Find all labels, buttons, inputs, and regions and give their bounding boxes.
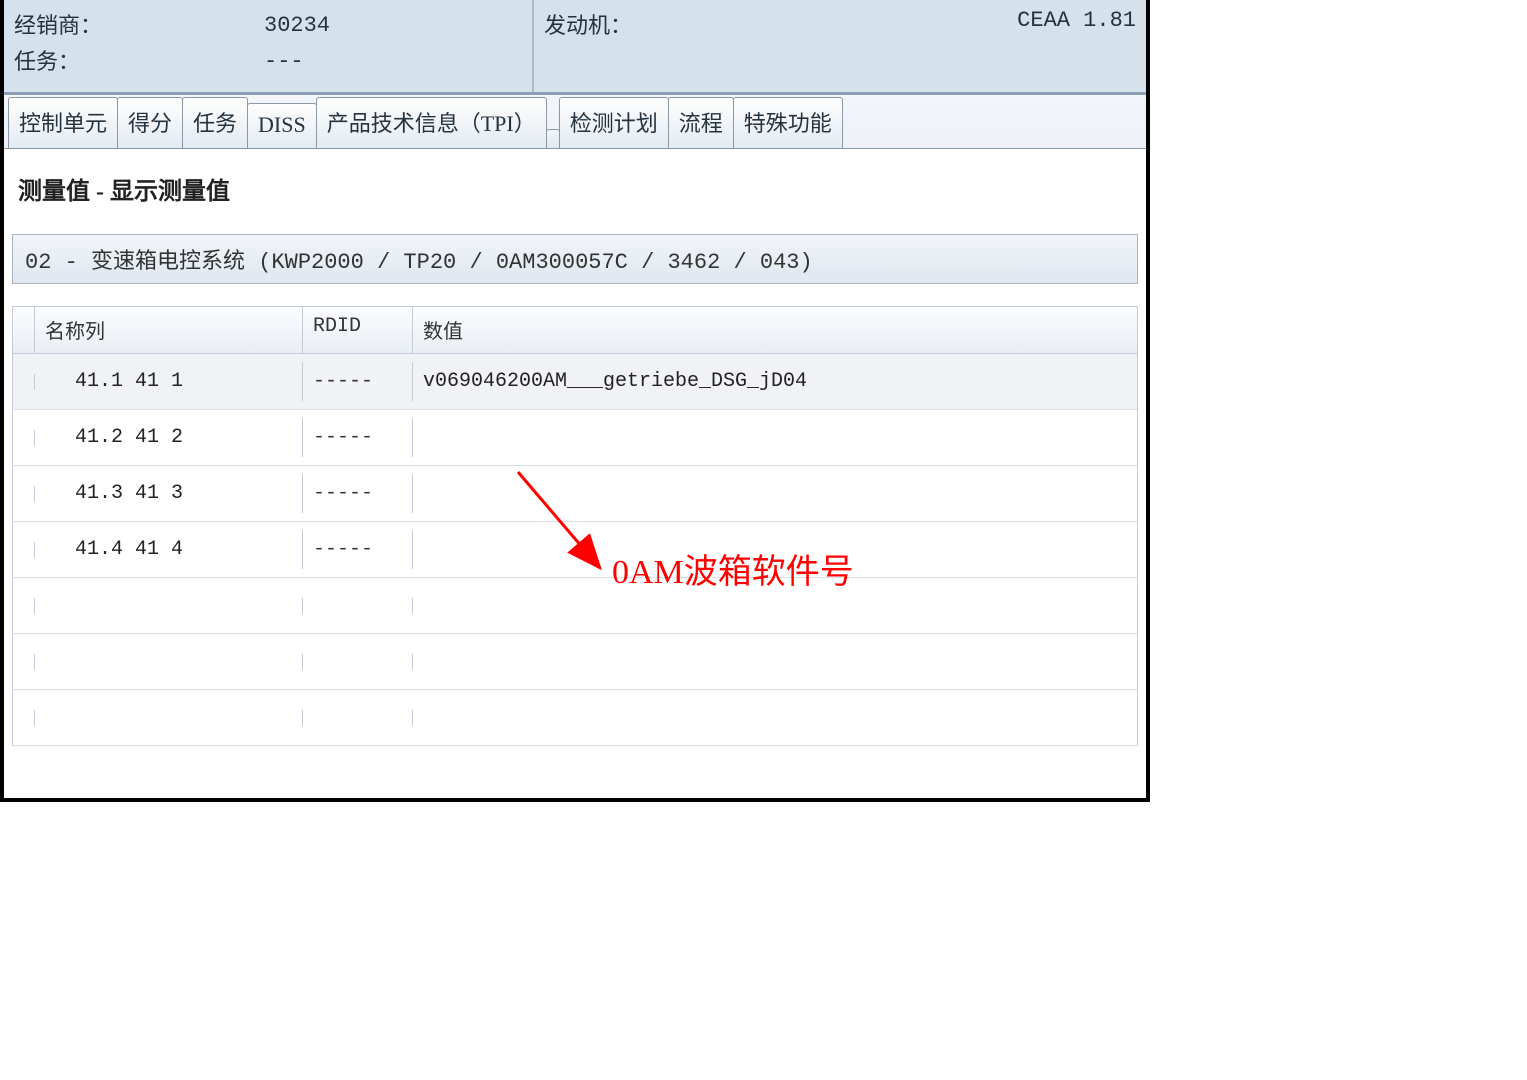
table-row[interactable] (13, 634, 1137, 690)
tab-task[interactable]: 任务 (182, 97, 248, 148)
tab-diss[interactable]: DISS (247, 103, 317, 148)
cell-rdid (303, 654, 413, 670)
tab-process[interactable]: 流程 (668, 97, 734, 148)
info-panel-right: 发动机： CEAA 1.81 (534, 0, 1146, 92)
engine-value: CEAA 1.81 (1017, 8, 1136, 33)
row-handle (13, 710, 35, 726)
table-row[interactable] (13, 578, 1137, 634)
row-handle (13, 430, 35, 446)
column-value[interactable]: 数值 (413, 307, 1137, 353)
cell-rdid: ----- (303, 474, 413, 513)
tab-strip: 控制单元 得分 任务 DISS 产品技术信息（TPI） 检测计划 流程 特殊功能 (4, 95, 1146, 149)
row-handle (13, 374, 35, 390)
cell-name: 41.4 41 4 (35, 530, 303, 569)
row-handle (13, 598, 35, 614)
table-header: 名称列 RDID 数值 (13, 306, 1137, 354)
cell-value (413, 710, 1137, 726)
dealer-value: 30234 (264, 8, 330, 44)
tab-detection-plan[interactable]: 检测计划 (559, 97, 669, 148)
table-row[interactable]: 41.3 41 3 ----- (13, 466, 1137, 522)
cell-rdid: ----- (303, 530, 413, 569)
row-handle (13, 486, 35, 502)
app-window: 经销商： 30234 任务： --- 发动机： CEAA 1.81 控制单元 得… (0, 0, 1150, 802)
tab-special-functions[interactable]: 特殊功能 (733, 97, 843, 148)
cell-rdid (303, 598, 413, 614)
ecu-subheader: 02 - 变速箱电控系统 (KWP2000 / TP20 / 0AM300057… (12, 234, 1138, 284)
row-handle (13, 654, 35, 670)
table-row[interactable]: 41.4 41 4 ----- (13, 522, 1137, 578)
cell-value (413, 598, 1137, 614)
tab-gap (546, 129, 560, 148)
info-panel-left: 经销商： 30234 任务： --- (4, 0, 534, 92)
row-handle (13, 542, 35, 558)
table-row[interactable]: 41.1 41 1 ----- v069046200AM___getriebe_… (13, 354, 1137, 410)
annotation-text: 0AM波箱软件号 (612, 544, 854, 593)
dealer-label: 经销商： (14, 8, 264, 44)
engine-label: 发动机： (544, 8, 632, 44)
column-rdid[interactable]: RDID (303, 307, 413, 353)
tab-tpi[interactable]: 产品技术信息（TPI） (316, 97, 547, 148)
cell-value (413, 486, 1137, 502)
measured-values-table: 名称列 RDID 数值 41.1 41 1 ----- v069046200AM… (12, 306, 1138, 746)
task-label: 任务： (14, 44, 264, 80)
cell-rdid (303, 710, 413, 726)
cell-name (35, 654, 303, 670)
table-row[interactable] (13, 690, 1137, 746)
tab-score[interactable]: 得分 (117, 97, 183, 148)
cell-name (35, 710, 303, 726)
cell-name: 41.2 41 2 (35, 418, 303, 457)
section-title: 测量值 - 显示测量值 (4, 149, 1146, 234)
cell-rdid: ----- (303, 418, 413, 457)
cell-rdid: ----- (303, 362, 413, 401)
cell-name (35, 598, 303, 614)
cell-name: 41.1 41 1 (35, 362, 303, 401)
column-name[interactable]: 名称列 (35, 307, 303, 353)
tab-control-unit[interactable]: 控制单元 (8, 97, 118, 148)
task-value: --- (264, 44, 304, 80)
cell-name: 41.3 41 3 (35, 474, 303, 513)
vehicle-info-header: 经销商： 30234 任务： --- 发动机： CEAA 1.81 (4, 0, 1146, 95)
cell-value (413, 654, 1137, 670)
table-row[interactable]: 41.2 41 2 ----- (13, 410, 1137, 466)
cell-value (413, 430, 1137, 446)
column-handle (13, 307, 35, 353)
cell-value: v069046200AM___getriebe_DSG_jD04 (413, 362, 1137, 401)
